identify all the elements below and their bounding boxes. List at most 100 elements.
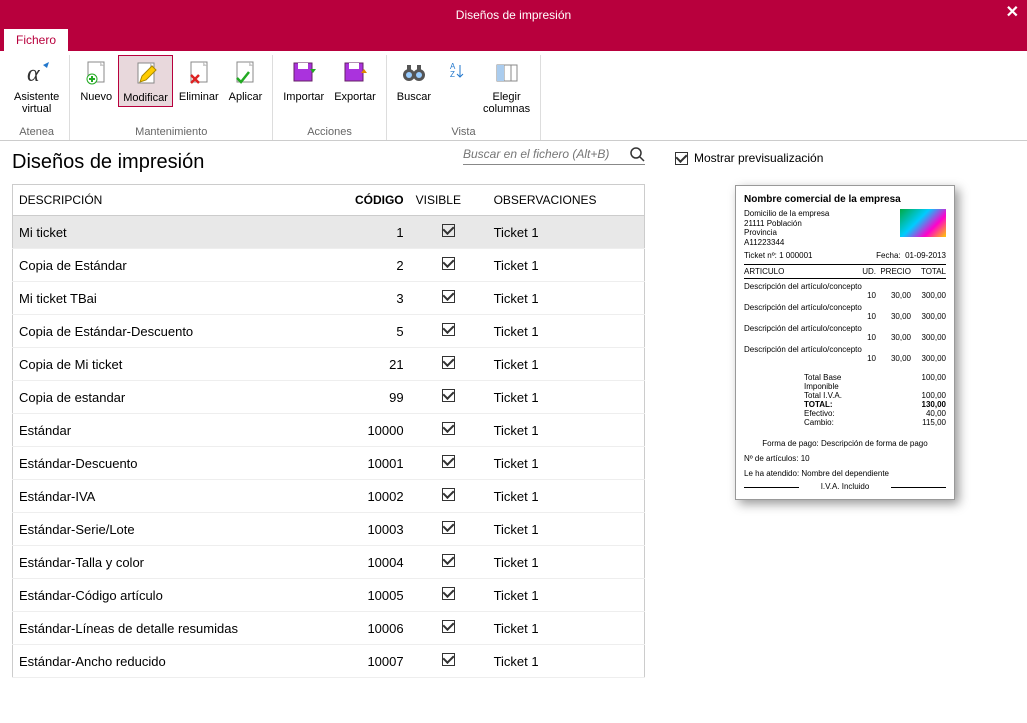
cell-visible[interactable]	[410, 579, 488, 612]
table-row[interactable]: Estándar-Talla y color10004 Ticket 1	[13, 546, 645, 579]
pv-table-header: ARTICULO UD. PRECIO TOTAL	[744, 264, 946, 279]
disk-out-icon	[339, 57, 371, 89]
table-row[interactable]: Estándar10000Ticket 1	[13, 414, 645, 447]
check-icon[interactable]	[442, 389, 455, 402]
check-icon[interactable]	[442, 224, 455, 237]
check-icon[interactable]	[442, 620, 455, 633]
cell-descripcion: Estándar-Talla y color	[13, 546, 328, 579]
ribbon-sort-button[interactable]: AZ	[437, 55, 477, 117]
search-input[interactable]	[463, 147, 623, 161]
ribbon-doc-x-button[interactable]: Eliminar	[175, 55, 223, 107]
check-icon[interactable]	[442, 290, 455, 303]
cell-codigo: 21	[327, 348, 409, 381]
pv-line-item: Descripción del artículo/concepto1030,00…	[744, 282, 946, 300]
cell-visible[interactable]	[410, 381, 488, 414]
show-preview-checkbox[interactable]: Mostrar previsualización	[675, 151, 1015, 165]
check-icon[interactable]	[442, 356, 455, 369]
cell-descripcion: Copia de Estándar	[13, 249, 328, 282]
cell-codigo: 10006	[327, 612, 409, 645]
check-icon[interactable]	[442, 257, 455, 270]
check-icon[interactable]	[442, 521, 455, 534]
cell-codigo: 10007	[327, 645, 409, 678]
th-descripcion[interactable]: DESCRIPCIÓN	[13, 185, 328, 216]
cell-descripcion: Estándar-Descuento	[13, 447, 328, 480]
cell-observaciones: Ticket 1	[488, 513, 645, 546]
table-row[interactable]: Copia de Estándar2Ticket 1	[13, 249, 645, 282]
cell-visible[interactable]	[410, 513, 488, 546]
pv-atendido: Le ha atendido: Nombre del dependiente	[744, 469, 946, 478]
cell-observaciones: Ticket 1	[488, 315, 645, 348]
cell-visible[interactable]	[410, 249, 488, 282]
th-observaciones[interactable]: OBSERVACIONES	[488, 185, 645, 216]
cell-visible[interactable]	[410, 480, 488, 513]
cell-codigo: 10003	[327, 513, 409, 546]
cell-descripcion: Copia de estandar	[13, 381, 328, 414]
ribbon-disk-in-button[interactable]: Importar	[279, 55, 328, 105]
table-row[interactable]: Copia de Estándar-Descuento5Ticket 1	[13, 315, 645, 348]
check-icon[interactable]	[442, 653, 455, 666]
cell-observaciones: Ticket 1	[488, 381, 645, 414]
svg-text:α: α	[27, 61, 40, 87]
cell-visible[interactable]	[410, 282, 488, 315]
cell-descripcion: Estándar-Ancho reducido	[13, 645, 328, 678]
ribbon-alpha-button[interactable]: α Asistentevirtual	[10, 55, 63, 117]
cell-visible[interactable]	[410, 612, 488, 645]
ribbon-button-label: Elegircolumnas	[483, 91, 530, 115]
cell-observaciones: Ticket 1	[488, 480, 645, 513]
doc-check-icon	[229, 57, 261, 89]
ribbon-doc-check-button[interactable]: Aplicar	[225, 55, 267, 107]
window-title: Diseños de impresión	[456, 8, 571, 22]
check-icon[interactable]	[442, 323, 455, 336]
cell-visible[interactable]	[410, 447, 488, 480]
table-row[interactable]: Estándar-Líneas de detalle resumidas1000…	[13, 612, 645, 645]
search-icon[interactable]	[629, 146, 645, 162]
ribbon-disk-out-button[interactable]: Exportar	[330, 55, 380, 105]
cell-visible[interactable]	[410, 315, 488, 348]
cell-codigo: 10004	[327, 546, 409, 579]
cell-visible[interactable]	[410, 546, 488, 579]
cell-observaciones: Ticket 1	[488, 414, 645, 447]
check-icon[interactable]	[442, 587, 455, 600]
cell-descripcion: Estándar	[13, 414, 328, 447]
ribbon-binoc-button[interactable]: Buscar	[393, 55, 435, 117]
ribbon-button-label: Asistentevirtual	[14, 91, 59, 115]
th-visible[interactable]: VISIBLE	[410, 185, 488, 216]
cell-visible[interactable]	[410, 348, 488, 381]
checkbox-icon[interactable]	[675, 152, 688, 165]
ribbon-button-label: Modificar	[123, 92, 168, 104]
table-row[interactable]: Estándar-Serie/Lote10003Ticket 1	[13, 513, 645, 546]
ribbon-group: ImportarExportarAcciones	[273, 55, 387, 140]
pv-iva-incluido: I.V.A. Incluido	[744, 482, 946, 491]
check-icon[interactable]	[442, 422, 455, 435]
check-icon[interactable]	[442, 455, 455, 468]
table-row[interactable]: Copia de estandar99Ticket 1	[13, 381, 645, 414]
tab-fichero[interactable]: Fichero	[4, 29, 68, 51]
table-row[interactable]: Estándar-Código artículo10005Ticket 1	[13, 579, 645, 612]
table-row[interactable]: Estándar-Ancho reducido10007 Ticket 1	[13, 645, 645, 678]
table-row[interactable]: Copia de Mi ticket21Ticket 1	[13, 348, 645, 381]
ribbon-button-label: Importar	[283, 91, 324, 103]
cell-codigo: 1	[327, 216, 409, 249]
cell-visible[interactable]	[410, 216, 488, 249]
cell-visible[interactable]	[410, 414, 488, 447]
table-row[interactable]: Estándar-Descuento10001Ticket 1	[13, 447, 645, 480]
close-icon[interactable]: ✕	[1006, 2, 1019, 22]
table-row[interactable]: Mi ticket TBai3Ticket 1	[13, 282, 645, 315]
cell-observaciones: Ticket 1	[488, 447, 645, 480]
cell-codigo: 10002	[327, 480, 409, 513]
cell-visible[interactable]	[410, 645, 488, 678]
ribbon-doc-plus-button[interactable]: Nuevo	[76, 55, 116, 107]
ribbon-group-label: Mantenimiento	[135, 126, 207, 138]
check-icon[interactable]	[442, 488, 455, 501]
ribbon-columns-button[interactable]: Elegircolumnas	[479, 55, 534, 117]
th-codigo[interactable]: CÓDIGO	[327, 185, 409, 216]
check-icon[interactable]	[442, 554, 455, 567]
ribbon-doc-pencil-button[interactable]: Modificar	[118, 55, 173, 107]
table-row[interactable]: Mi ticket1Ticket 1	[13, 216, 645, 249]
ribbon-button-label: Nuevo	[80, 91, 112, 103]
cell-observaciones: Ticket 1	[488, 546, 645, 579]
search-field[interactable]	[463, 146, 645, 165]
cell-observaciones: Ticket 1	[488, 645, 645, 678]
table-row[interactable]: Estándar-IVA10002Ticket 1	[13, 480, 645, 513]
doc-pencil-icon	[130, 58, 162, 90]
